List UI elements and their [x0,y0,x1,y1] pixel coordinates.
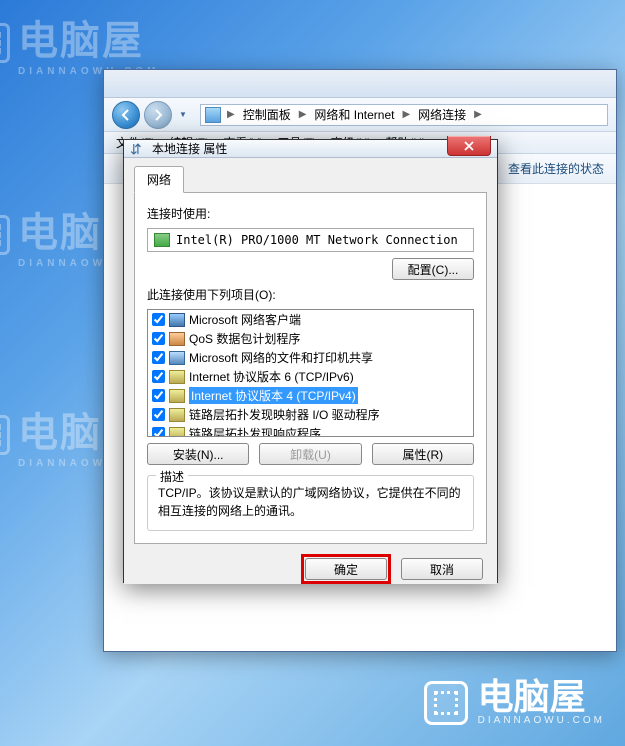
list-item[interactable]: 链路层拓扑发现响应程序 [148,424,473,437]
explorer-titlebar [104,70,616,98]
dialog-titlebar[interactable]: ⇵ 本地连接 属性 [124,140,497,158]
chevron-right-icon: ▶ [295,109,311,120]
item-checkbox[interactable] [152,351,165,364]
proto-icon [169,427,185,438]
back-button[interactable] [112,101,140,129]
nav-history-dropdown[interactable]: ▼ [176,103,190,127]
tab-strip: 网络 [134,166,487,193]
adapter-field: Intel(R) PRO/1000 MT Network Connection [147,228,474,252]
dialog-title: 本地连接 属性 [152,140,227,157]
client-icon [169,313,185,327]
item-checkbox[interactable] [152,332,165,345]
list-item[interactable]: 链路层拓扑发现映射器 I/O 驱动程序 [148,405,473,424]
list-item[interactable]: Internet 协议版本 6 (TCP/IPv6) [148,367,473,386]
breadcrumb[interactable]: ▶ 控制面板 ▶ 网络和 Internet ▶ 网络连接 ▶ [200,104,608,126]
adapter-name: Intel(R) PRO/1000 MT Network Connection [176,233,458,247]
close-button[interactable] [447,136,491,156]
proto-icon [169,370,185,384]
item-label: Microsoft 网络客户端 [189,311,301,328]
item-checkbox[interactable] [152,427,165,437]
breadcrumb-item[interactable]: 网络和 Internet [312,106,396,123]
item-checkbox[interactable] [152,370,165,383]
chevron-right-icon: ▶ [470,109,486,120]
description-title: 描述 [156,468,188,485]
chevron-right-icon: ▶ [398,109,414,120]
items-label: 此连接使用下列项目(O): [147,286,474,303]
chevron-right-icon: ▶ [223,109,239,120]
tab-network[interactable]: 网络 [134,166,184,193]
ok-highlight: 确定 [301,554,391,584]
install-button[interactable]: 安装(N)... [147,443,249,465]
ok-button[interactable]: 确定 [305,558,387,580]
uninstall-button: 卸载(U) [259,443,361,465]
list-item[interactable]: Microsoft 网络客户端 [148,310,473,329]
cancel-button[interactable]: 取消 [401,558,483,580]
list-item[interactable]: Internet 协议版本 4 (TCP/IPv4) [148,386,473,405]
dialog-footer: 确定 取消 [124,554,497,584]
breadcrumb-item[interactable]: 网络连接 [416,106,468,123]
components-list[interactable]: Microsoft 网络客户端 QoS 数据包计划程序 Microsoft 网络的文… [147,309,474,437]
item-checkbox[interactable] [152,389,165,402]
item-label: 链路层拓扑发现响应程序 [189,425,321,437]
item-checkbox[interactable] [152,313,165,326]
watermark-logo-icon [424,681,468,725]
proto-icon [169,408,185,422]
control-panel-icon [205,107,221,123]
description-group: 描述 TCP/IP。该协议是默认的广域网络协议，它提供在不同的相互连接的网络上的… [147,475,474,531]
explorer-nav: ▼ ▶ 控制面板 ▶ 网络和 Internet ▶ 网络连接 ▶ [104,98,616,132]
properties-dialog: ⇵ 本地连接 属性 网络 连接时使用: Intel(R) PRO/1000 MT… [123,139,498,583]
configure-button[interactable]: 配置(C)... [392,258,474,280]
item-label: Microsoft 网络的文件和打印机共享 [189,349,373,366]
item-label: 链路层拓扑发现映射器 I/O 驱动程序 [189,406,380,423]
list-item[interactable]: QoS 数据包计划程序 [148,329,473,348]
qos-icon [169,332,185,346]
description-text: TCP/IP。该协议是默认的广域网络协议，它提供在不同的相互连接的网络上的通讯。 [158,484,463,520]
share-icon [169,351,185,365]
watermark: 电脑屋 DIANNAOWU.COM [0,8,159,77]
properties-button[interactable]: 属性(R) [372,443,474,465]
connect-using-label: 连接时使用: [147,205,474,222]
network-icon: ⇵ [130,141,146,157]
item-checkbox[interactable] [152,408,165,421]
item-label: Internet 协议版本 6 (TCP/IPv6) [189,368,354,385]
list-item[interactable]: Microsoft 网络的文件和打印机共享 [148,348,473,367]
watermark-main: 电脑屋 DIANNAOWU.COM [424,679,605,726]
breadcrumb-item[interactable]: 控制面板 [241,106,293,123]
proto-icon [169,389,185,403]
item-label: Internet 协议版本 4 (TCP/IPv4) [189,387,358,404]
item-label: QoS 数据包计划程序 [189,330,300,347]
forward-button[interactable] [144,101,172,129]
adapter-icon [154,233,170,247]
toolbar-status-link[interactable]: 查看此连接的状态 [508,160,604,177]
